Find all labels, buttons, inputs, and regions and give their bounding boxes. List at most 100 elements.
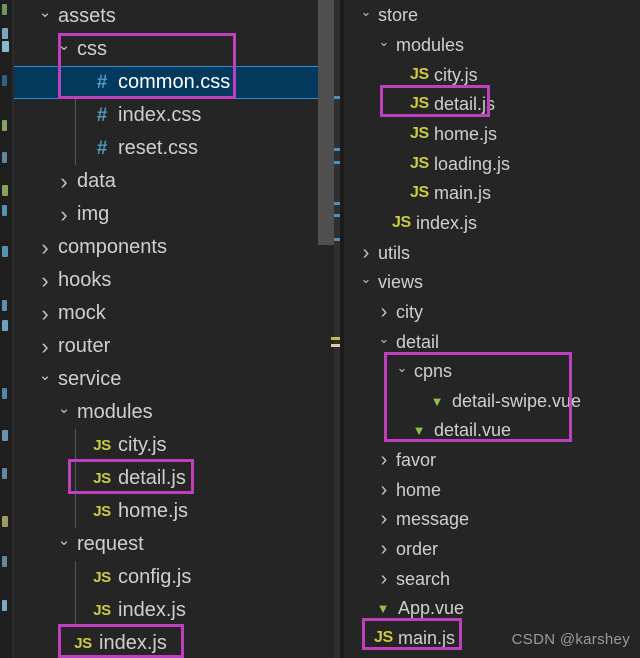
tree-row-order[interactable]: › order: [344, 534, 640, 564]
tree-row-label: service: [58, 368, 122, 390]
minimap-fragment-4: [2, 120, 7, 131]
chevron-right-icon[interactable]: ›: [376, 480, 392, 500]
chevron-right-icon[interactable]: ›: [36, 335, 54, 358]
tree-row-css[interactable]: ⌄ css: [14, 33, 340, 66]
chevron-down-icon[interactable]: ⌄: [55, 401, 73, 416]
tree-row-detail[interactable]: ⌄ detail: [344, 327, 640, 357]
tree-row-modules[interactable]: ⌄ modules: [14, 396, 340, 429]
tree-row-common-css[interactable]: # common.css: [14, 66, 340, 99]
minimap-fragment-7: [2, 205, 7, 216]
js-file-icon: JS: [410, 155, 429, 172]
chevron-down-icon[interactable]: ⌄: [36, 368, 54, 383]
tree-row-home[interactable]: › home: [344, 475, 640, 505]
chevron-right-icon[interactable]: ›: [358, 243, 374, 263]
css-file-icon: #: [96, 71, 108, 93]
chevron-right-icon[interactable]: ›: [376, 509, 392, 529]
minimap-fragment-2: [2, 41, 9, 52]
tree-row-city-js[interactable]: JS city.js: [344, 60, 640, 90]
tree-row-home-js[interactable]: JS home.js: [344, 119, 640, 149]
minimap-fragment-9: [2, 300, 7, 311]
tree-row-detail-vue[interactable]: ▼ detail.vue: [344, 415, 640, 445]
minimap-fragment-5: [2, 152, 7, 163]
chevron-right-icon[interactable]: ›: [376, 450, 392, 470]
chevron-down-icon[interactable]: ⌄: [376, 332, 392, 345]
tree-row-cpns[interactable]: ⌄ cpns: [344, 356, 640, 386]
tree-row-app-vue[interactable]: ▼ App.vue: [344, 593, 640, 623]
chevron-right-icon[interactable]: ›: [36, 302, 54, 325]
tree-row-utils[interactable]: › utils: [344, 238, 640, 268]
tree-row-index-css[interactable]: # index.css: [14, 99, 340, 132]
tree-row-city-js[interactable]: JS city.js: [14, 429, 340, 462]
minimap-fragment-14: [2, 516, 8, 527]
tree-row-index-js[interactable]: JS index.js: [344, 208, 640, 238]
tree-row-index-js[interactable]: JS index.js: [14, 627, 340, 658]
chevron-down-icon[interactable]: ⌄: [55, 38, 73, 53]
tree-row-config-js[interactable]: JS config.js: [14, 561, 340, 594]
explorer-tree-right[interactable]: ⌄ store ⌄ modules JS city.js JS detail.js JS h…: [344, 0, 640, 658]
js-file-icon: JS: [410, 125, 429, 142]
chevron-down-icon[interactable]: ⌄: [36, 5, 54, 20]
tree-row-loading-js[interactable]: JS loading.js: [344, 149, 640, 179]
tree-row-modules[interactable]: ⌄ modules: [344, 30, 640, 60]
chevron-right-icon[interactable]: ›: [36, 269, 54, 292]
tree-row-label: common.css: [118, 71, 231, 93]
minimap-fragment-10: [2, 320, 8, 331]
tree-row-label: store: [378, 4, 419, 25]
js-file-icon: JS: [93, 437, 111, 454]
chevron-down-icon[interactable]: ⌄: [358, 272, 374, 285]
tree-row-data[interactable]: › data: [14, 165, 340, 198]
tree-row-favor[interactable]: › favor: [344, 445, 640, 475]
tree-row-mock[interactable]: › mock: [14, 297, 340, 330]
tree-row-index-js[interactable]: JS index.js: [14, 594, 340, 627]
explorer-tree-left[interactable]: ⌄ assets ⌄ css # common.css # index.css # rese…: [14, 0, 340, 658]
tree-row-hooks[interactable]: › hooks: [14, 264, 340, 297]
tree-row-detail-js[interactable]: JS detail.js: [14, 462, 340, 495]
tree-row-label: index.js: [416, 212, 478, 233]
tree-row-label: search: [396, 568, 451, 589]
chevron-down-icon[interactable]: ⌄: [358, 5, 374, 18]
chevron-right-icon[interactable]: ›: [36, 236, 54, 259]
tree-row-detail-swipe-vue[interactable]: ▼ detail-swipe.vue: [344, 386, 640, 416]
scrollbar-thumb[interactable]: [318, 0, 334, 245]
tree-row-label: detail: [396, 331, 440, 352]
tree-row-message[interactable]: › message: [344, 504, 640, 534]
minimap-fragment-0: [2, 4, 7, 15]
tree-row-router[interactable]: › router: [14, 330, 340, 363]
tree-row-label: city: [396, 301, 423, 322]
tree-row-label: cpns: [414, 360, 453, 381]
chevron-right-icon[interactable]: ›: [376, 569, 392, 589]
tree-row-label: detail-swipe.vue: [452, 390, 582, 411]
chevron-right-icon[interactable]: ›: [376, 302, 392, 322]
chevron-right-icon[interactable]: ›: [376, 539, 392, 559]
tree-row-views[interactable]: ⌄ views: [344, 267, 640, 297]
tree-row-label: utils: [378, 242, 411, 263]
tree-row-home-js[interactable]: JS home.js: [14, 495, 340, 528]
left-panel-scrollbar[interactable]: [318, 0, 334, 658]
chevron-right-icon[interactable]: ›: [55, 203, 73, 226]
vscode-explorer-screenshot: ⌄ assets ⌄ css # common.css # index.css # rese…: [0, 0, 640, 658]
tree-row-detail-js[interactable]: JS detail.js: [344, 89, 640, 119]
tree-row-reset-css[interactable]: # reset.css: [14, 132, 340, 165]
chevron-right-icon[interactable]: ›: [55, 170, 73, 193]
tree-row-label: order: [396, 538, 439, 559]
tree-row-request[interactable]: ⌄ request: [14, 528, 340, 561]
chevron-down-icon[interactable]: ⌄: [394, 361, 410, 374]
tree-row-service[interactable]: ⌄ service: [14, 363, 340, 396]
tree-row-img[interactable]: › img: [14, 198, 340, 231]
minimap-fragment-11: [2, 388, 7, 399]
tree-row-main-js[interactable]: JS main.js: [344, 178, 640, 208]
tree-row-components[interactable]: › components: [14, 231, 340, 264]
chevron-down-icon[interactable]: ⌄: [55, 533, 73, 548]
tree-row-assets[interactable]: ⌄ assets: [14, 0, 340, 33]
chevron-down-icon[interactable]: ⌄: [376, 35, 392, 48]
tree-row-store[interactable]: ⌄ store: [344, 0, 640, 30]
tree-row-city[interactable]: › city: [344, 297, 640, 327]
tree-row-search[interactable]: › search: [344, 564, 640, 594]
